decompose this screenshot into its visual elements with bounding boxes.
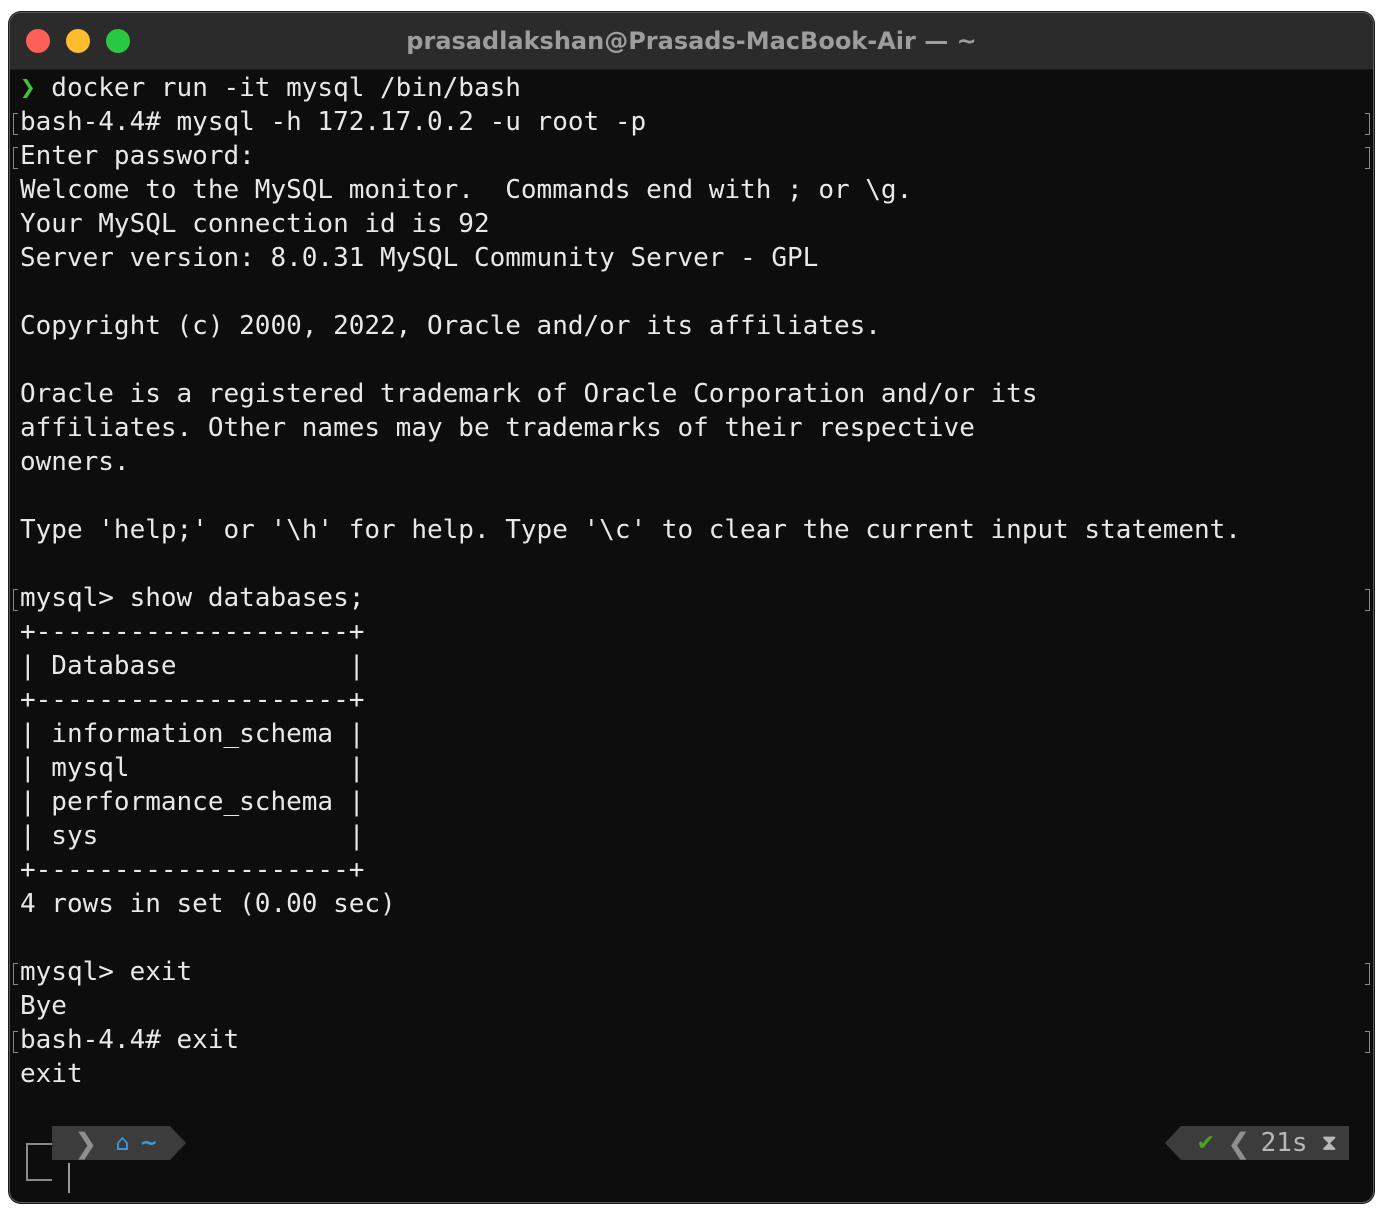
terminal-line: Oracle is a registered trademark of Orac… [20,379,1038,409]
table-row: | mysql | [20,753,365,783]
mark-bracket-left [13,963,18,985]
hourglass-icon: ⧗ [1321,1130,1337,1156]
mark-bracket-right [1365,963,1370,985]
prompt-directory: ⌂ ~ [101,1126,170,1160]
mark-bracket-left [13,1031,18,1053]
terminal-line: affiliates. Other names may be trademark… [20,413,975,443]
current-path: ~ [139,1130,158,1156]
segment-start-arrow [1164,1126,1181,1160]
terminal-line: mysql> show databases; [20,583,365,613]
terminal-line: Server version: 8.0.31 MySQL Community S… [20,243,819,273]
apple-icon [52,1126,70,1160]
mark-bracket-left [13,113,18,135]
table-border: +--------------------+ [20,685,365,715]
mark-bracket-right [1365,113,1370,135]
table-row: | information_schema | [20,719,365,749]
prompt-arrow-icon: ❯ [20,73,36,103]
terminal-line: Welcome to the MySQL monitor. Commands e… [20,175,913,205]
terminal-line: Your MySQL connection id is 92 [20,209,490,239]
terminal-window: prasadlakshan@Prasads-MacBook-Air — ~ ❯ … [9,12,1374,1203]
command-status: ✔ ❮ 21s ⧗ [1180,1126,1349,1160]
table-header: | Database | [20,651,365,681]
text-cursor [68,1163,70,1193]
terminal-line: mysql> exit [20,957,193,987]
table-border: +--------------------+ [20,617,365,647]
home-icon: ⌂ [115,1130,130,1156]
terminal-line: owners. [20,447,130,477]
mark-bracket-right [1365,589,1370,611]
terminal-line: Type 'help;' or '\h' for help. Type '\c'… [20,515,1241,545]
terminal-line: Copyright (c) 2000, 2022, Oracle and/or … [20,311,881,341]
table-border: +--------------------+ [20,855,365,885]
prompt-right-segment: ✔ ❮ 21s ⧗ [1164,1126,1349,1160]
terminal-line: Enter password: [20,141,255,171]
terminal-line: ❯ docker run -it mysql /bin/bash [20,73,521,103]
mark-bracket-left [13,589,18,611]
terminal-line: 4 rows in set (0.00 sec) [20,889,396,919]
command-duration: 21s [1260,1128,1308,1158]
chevron-left-icon: ❮ [1227,1126,1251,1160]
terminal-line: bash-4.4# mysql -h 172.17.0.2 -u root -p [20,107,647,137]
mark-bracket-right [1365,147,1370,169]
mark-bracket-right [1365,1031,1370,1053]
mark-bracket-left [13,147,18,169]
terminal-line: bash-4.4# exit [20,1025,240,1055]
terminal-content[interactable]: ❯ docker run -it mysql /bin/bash bash-4.… [10,71,1373,1202]
window-title: prasadlakshan@Prasads-MacBook-Air — ~ [406,27,977,55]
table-row: | performance_schema | [20,787,365,817]
terminal-line: Bye [20,991,67,1021]
prompt-left-segment: ❯ ⌂ ~ [52,1126,186,1160]
terminal-line: exit [20,1059,83,1089]
title-bar: prasadlakshan@Prasads-MacBook-Air — ~ [10,13,1373,70]
chevron-right-icon: ❯ [70,1126,102,1160]
success-check-icon: ✔ [1196,1130,1216,1156]
prompt-frame-decoration [26,1143,52,1181]
table-row: | sys | [20,821,365,851]
segment-end-arrow [169,1126,186,1160]
